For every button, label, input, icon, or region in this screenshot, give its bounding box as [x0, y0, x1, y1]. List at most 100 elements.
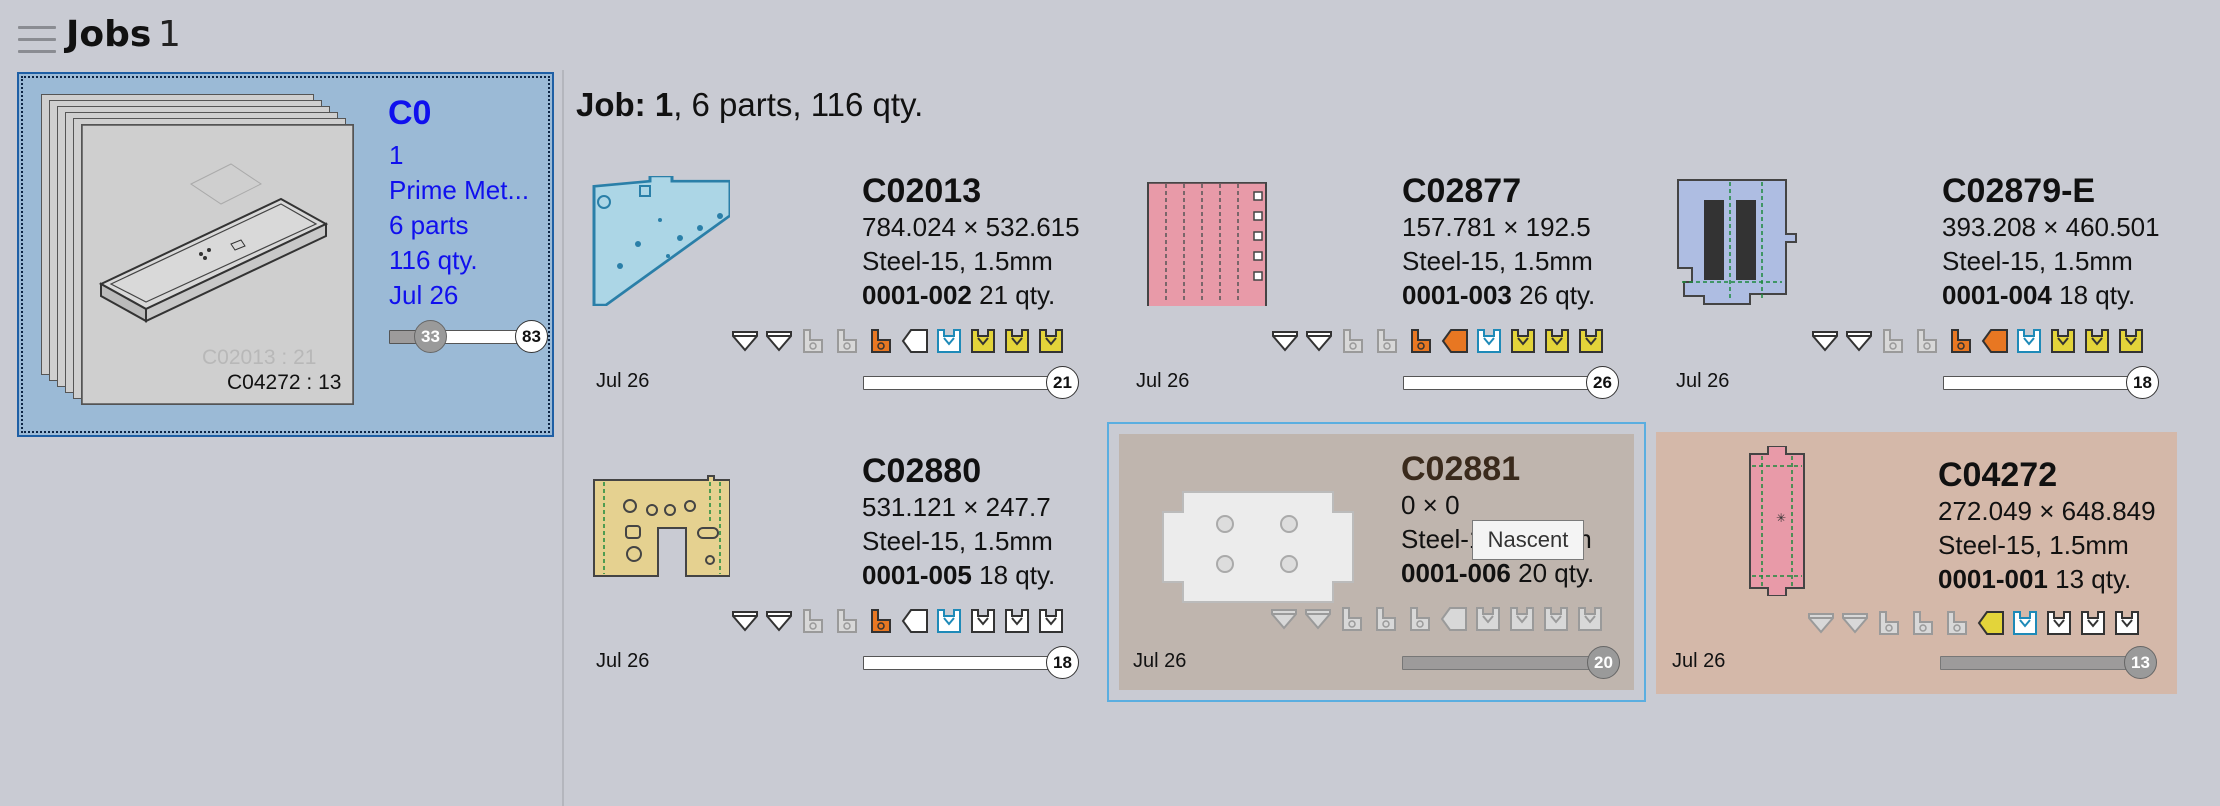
process-icon: [871, 329, 891, 353]
job-heading: Job: 1, 6 parts, 116 qty.: [576, 86, 924, 123]
bend-down-icon: [1812, 331, 1838, 352]
punch-icon: [1917, 329, 1937, 353]
tag-icon: [1977, 611, 2004, 635]
tag-icon: [901, 329, 928, 353]
download-icon: [2013, 611, 2037, 635]
stage-icon: [2047, 611, 2071, 635]
part-dimensions: 393.208 × 460.501: [1942, 212, 2160, 242]
part-date: Jul 26: [1672, 650, 1726, 672]
job-card[interactable]: C02013 : 21 C04272 : 13 C0 1 Prime Met..…: [17, 72, 554, 437]
part-tile-selected[interactable]: C02881 0 × 0 Steel-15, 1.5mm 0001-006 20…: [1107, 422, 1646, 702]
part-thumbnail-icon: [1677, 179, 1797, 305]
punch-icon: [803, 329, 823, 353]
bend-up-icon: [766, 331, 792, 352]
job-card-qty: 116 qty.: [389, 245, 478, 275]
job-progress-total: 83: [515, 320, 548, 353]
tag-icon: [1441, 329, 1468, 353]
operation-icons: [1270, 326, 1640, 362]
punch-icon: [1913, 611, 1933, 635]
stage-icon: [1005, 609, 1029, 633]
bend-up-icon: [1842, 613, 1868, 634]
tag-icon: [1440, 607, 1467, 631]
stage-icon: [1544, 607, 1568, 631]
process-icon: [1951, 329, 1971, 353]
stage-icon: [2051, 329, 2075, 353]
bend-down-icon: [1272, 331, 1298, 352]
part-thumbnail-icon: [1147, 182, 1267, 306]
punch-icon: [1879, 611, 1899, 635]
part-code-qty: 0001-003 26 qty.: [1402, 280, 1596, 310]
stage-icon: [971, 329, 995, 353]
operation-icons: [1806, 608, 2176, 644]
part-name: C02877: [1402, 172, 1522, 210]
operation-icons: [730, 326, 1100, 362]
part-name: C02013: [862, 172, 982, 210]
part-code-qty: 0001-005 18 qty.: [862, 560, 1056, 590]
process-icon: [871, 609, 891, 633]
punch-icon: [837, 329, 857, 353]
part-thumbnail-icon: [1162, 491, 1354, 603]
tag-icon: [901, 609, 928, 633]
part-material: Steel-15, 1.5mm: [1938, 530, 2129, 560]
job-card-parts: 6 parts: [389, 210, 469, 240]
part-material: Steel-15, 1.5mm: [1402, 246, 1593, 276]
part-material: Steel-15, 1.5mm: [862, 526, 1053, 556]
download-icon: [937, 609, 961, 633]
part-tile[interactable]: C02877 157.781 × 192.5 Steel-15, 1.5mm 0…: [1120, 140, 1644, 414]
bend-up-icon: [1305, 609, 1331, 630]
part-progress-bar: [863, 376, 1068, 390]
part-dimensions: 0 × 0: [1401, 490, 1460, 520]
punch-icon: [1343, 329, 1363, 353]
operation-icons: [1269, 604, 1639, 640]
part-dimensions: 157.781 × 192.5: [1402, 212, 1591, 242]
stack-label: C04272 : 13: [227, 371, 342, 394]
stage-icon: [1578, 607, 1602, 631]
part-name: C02881: [1401, 450, 1521, 488]
panel-divider[interactable]: [562, 70, 564, 806]
punch-icon: [1377, 329, 1397, 353]
job-card-customer: Prime Met...: [389, 175, 530, 205]
part-name: C04272: [1938, 456, 2058, 494]
bend-up-icon: [1306, 331, 1332, 352]
part-date: Jul 26: [1676, 370, 1730, 392]
part-code-qty: 0001-004 18 qty.: [1942, 280, 2136, 310]
part-thumbnail-icon: [592, 176, 730, 306]
part-date: Jul 26: [596, 650, 650, 672]
stage-icon: [2115, 611, 2139, 635]
part-date: Jul 26: [1136, 370, 1190, 392]
jobs-count: 1: [158, 14, 181, 55]
part-thumbnail-icon: [593, 475, 730, 577]
punch-icon: [803, 609, 823, 633]
punch-icon: [1883, 329, 1903, 353]
stage-icon: [1039, 329, 1063, 353]
part-progress-bar: [1940, 656, 2145, 670]
part-tile[interactable]: C02013 784.024 × 532.615 Steel-15, 1.5mm…: [580, 140, 1104, 414]
svg-text:✳: ✳: [1776, 511, 1786, 525]
part-tile[interactable]: C02880 531.121 × 247.7 Steel-15, 1.5mm 0…: [580, 420, 1104, 694]
punch-icon: [1376, 607, 1396, 631]
bend-down-icon: [732, 331, 758, 352]
part-progress-count: 13: [2124, 646, 2157, 679]
download-icon: [1477, 329, 1501, 353]
download-icon: [1476, 607, 1500, 631]
job-card-number: 1: [389, 140, 404, 170]
job-card-date: Jul 26: [389, 280, 459, 310]
part-tile-done[interactable]: ✳ C04272 272.049 × 648.849 Steel-15, 1.5…: [1656, 432, 2177, 694]
part-progress-count: 20: [1587, 646, 1620, 679]
part-progress-count: 18: [1046, 646, 1079, 679]
menu-icon[interactable]: [18, 22, 58, 58]
stage-icon: [2081, 611, 2105, 635]
nascent-tooltip: Nascent: [1472, 520, 1584, 560]
stage-icon: [1545, 329, 1569, 353]
operation-icons: [1810, 326, 2180, 362]
part-thumbnail-icon: ✳: [1749, 446, 1805, 596]
download-icon: [937, 329, 961, 353]
part-dimensions: 784.024 × 532.615: [862, 212, 1080, 242]
stage-icon: [1005, 329, 1029, 353]
stack-label: C02013 : 21: [202, 346, 317, 369]
part-tile[interactable]: C02879-E 393.208 × 460.501 Steel-15, 1.5…: [1660, 140, 2184, 414]
stage-icon: [1510, 607, 1534, 631]
operation-icons: [730, 606, 1100, 642]
stage-icon: [2119, 329, 2143, 353]
punch-icon: [1342, 607, 1362, 631]
